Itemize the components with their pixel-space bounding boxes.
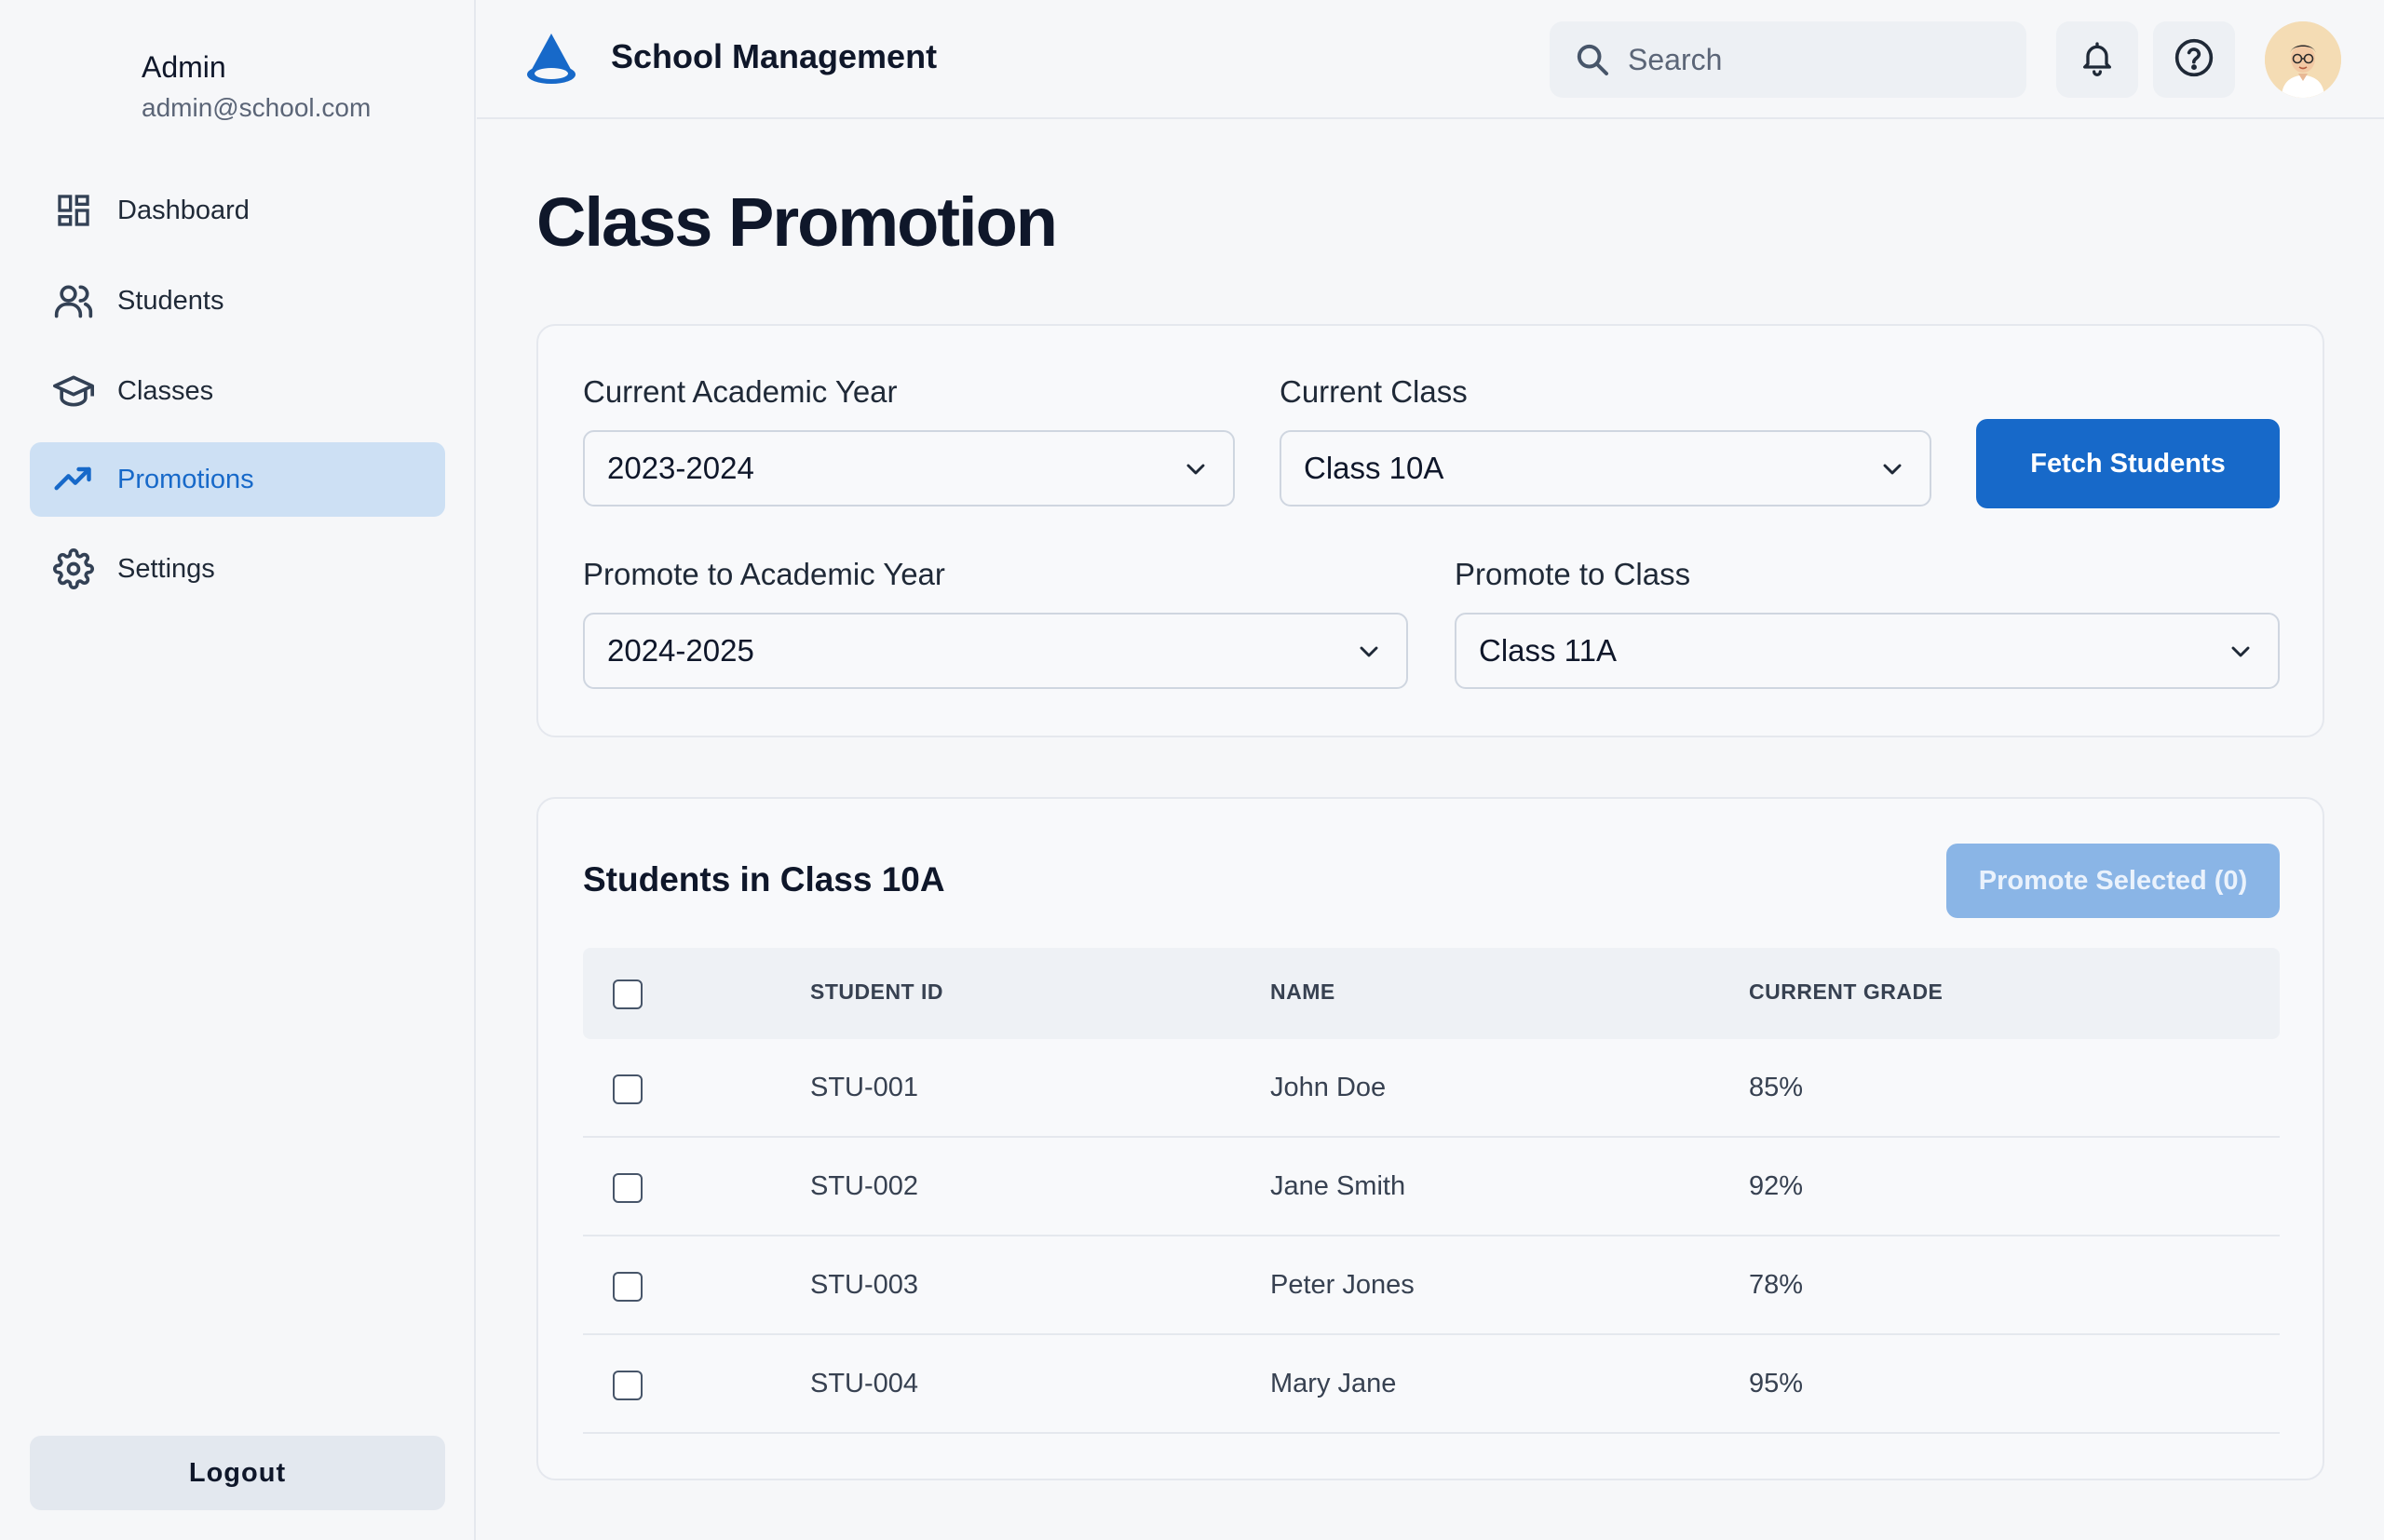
fetch-students-button[interactable]: Fetch Students <box>1976 419 2280 508</box>
trending-up-icon <box>52 458 95 501</box>
search-input[interactable] <box>1628 42 2000 77</box>
students-table: STUDENT ID NAME CURRENT GRADE STU-001 Jo… <box>583 948 2280 1434</box>
avatar[interactable] <box>2265 21 2341 98</box>
notifications-button[interactable] <box>2056 21 2138 98</box>
sidebar-item-promotions[interactable]: Promotions <box>30 442 445 517</box>
sidebar: Admin admin@school.com Dashboard Student… <box>0 0 476 1540</box>
page-title: Class Promotion <box>536 183 1058 261</box>
table-header: STUDENT ID NAME CURRENT GRADE <box>583 948 2280 1039</box>
student-id-cell: STU-004 <box>810 1369 919 1398</box>
gear-icon <box>52 547 95 590</box>
current-year-select[interactable]: 2023-2024 <box>583 430 1235 507</box>
users-icon <box>52 279 95 322</box>
student-grade-cell: 92% <box>1749 1171 1804 1201</box>
app: Admin admin@school.com Dashboard Student… <box>0 0 2384 1540</box>
row-checkbox[interactable] <box>613 1173 643 1203</box>
chevron-down-icon <box>2226 637 2255 667</box>
sidebar-item-label: Dashboard <box>117 195 250 225</box>
sidebar-item-label: Promotions <box>117 464 254 494</box>
current-year-label: Current Academic Year <box>583 374 898 409</box>
row-checkbox[interactable] <box>613 1074 643 1104</box>
sidebar-item-students[interactable]: Students <box>30 263 445 338</box>
promote-selected-button[interactable]: Promote Selected (0) <box>1946 844 2280 918</box>
sidebar-item-dashboard[interactable]: Dashboard <box>30 173 445 248</box>
app-title: School Management <box>611 37 938 75</box>
bell-icon <box>2079 39 2116 81</box>
student-name-cell: Mary Jane <box>1270 1369 1397 1398</box>
graduation-cap-icon <box>52 370 95 412</box>
sidebar-item-label: Classes <box>117 375 214 406</box>
column-header-name: NAME <box>1270 979 1335 1004</box>
help-icon <box>2174 37 2215 83</box>
chevron-down-icon <box>1877 454 1907 484</box>
student-id-cell: STU-003 <box>810 1270 919 1300</box>
promote-class-label: Promote to Class <box>1455 557 1691 591</box>
column-header-current-grade: CURRENT GRADE <box>1749 979 1944 1004</box>
current-class-label: Current Class <box>1280 374 1468 409</box>
student-id-cell: STU-001 <box>810 1073 919 1102</box>
student-name-cell: Jane Smith <box>1270 1171 1406 1201</box>
table-row[interactable]: STU-001 John Doe 85% <box>583 1039 2280 1138</box>
promote-year-select[interactable]: 2024-2025 <box>583 613 1408 689</box>
student-grade-cell: 95% <box>1749 1369 1804 1398</box>
student-grade-cell: 78% <box>1749 1270 1804 1300</box>
user-name: Admin <box>142 50 226 84</box>
row-checkbox[interactable] <box>613 1272 643 1302</box>
sidebar-item-classes[interactable]: Classes <box>30 354 445 428</box>
current-year-value: 2023-2024 <box>607 451 754 485</box>
promote-class-value: Class 11A <box>1479 633 1617 668</box>
help-button[interactable] <box>2153 21 2235 98</box>
sidebar-item-label: Settings <box>117 553 215 584</box>
table-title: Students in Class 10A <box>583 860 945 898</box>
select-all-checkbox[interactable] <box>613 979 643 1009</box>
student-id-cell: STU-002 <box>810 1171 919 1201</box>
sidebar-item-label: Students <box>117 285 224 316</box>
current-class-select[interactable]: Class 10A <box>1280 430 1931 507</box>
search-icon <box>1572 39 1613 80</box>
promote-year-value: 2024-2025 <box>607 633 754 668</box>
dashboard-icon <box>52 189 95 232</box>
table-row[interactable]: STU-002 Jane Smith 92% <box>583 1138 2280 1236</box>
promote-class-select[interactable]: Class 11A <box>1455 613 2280 689</box>
current-class-value: Class 10A <box>1304 451 1444 485</box>
table-row[interactable]: STU-004 Mary Jane 95% <box>583 1335 2280 1434</box>
top-header: School Management <box>477 0 2384 119</box>
promotion-filters-card: Current Academic Year 2023-2024 Current … <box>536 324 2324 737</box>
student-grade-cell: 85% <box>1749 1073 1804 1102</box>
student-name-cell: John Doe <box>1270 1073 1387 1102</box>
chevron-down-icon <box>1181 454 1211 484</box>
user-email: admin@school.com <box>142 93 372 122</box>
logout-button[interactable]: Logout <box>30 1436 445 1510</box>
students-table-card: Students in Class 10A Promote Selected (… <box>536 797 2324 1480</box>
row-checkbox[interactable] <box>613 1371 643 1400</box>
sidebar-item-settings[interactable]: Settings <box>30 532 445 606</box>
column-header-student-id: STUDENT ID <box>810 979 943 1004</box>
user-info: Admin admin@school.com <box>142 48 371 125</box>
chevron-down-icon <box>1354 637 1384 667</box>
promote-year-label: Promote to Academic Year <box>583 557 945 591</box>
search-box[interactable] <box>1550 21 2026 98</box>
school-logo-icon <box>523 32 579 86</box>
student-name-cell: Peter Jones <box>1270 1270 1415 1300</box>
table-row[interactable]: STU-003 Peter Jones 78% <box>583 1236 2280 1335</box>
